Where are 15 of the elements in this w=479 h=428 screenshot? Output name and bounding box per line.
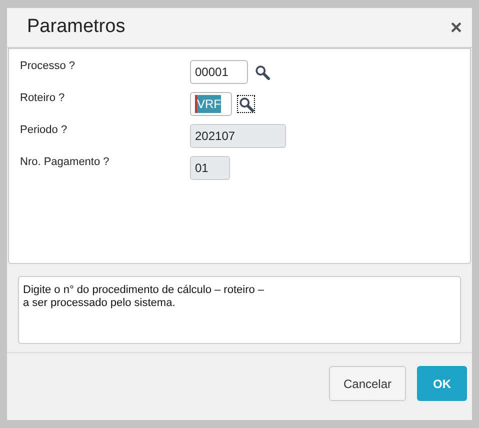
input-field[interactable]: 00001 [190,60,248,84]
window-title: Parametros [27,15,126,40]
field-label: Processo ? [19,59,76,73]
help-text: a ser processado pelo sistema. [23,297,176,310]
field-label: Roteiro ? [19,91,66,105]
help-text: Digite o n° do procedimento de cálculo – roteiro – [23,284,266,297]
input-field: 01 [190,156,230,180]
cancel-button[interactable]: Cancelar [329,366,406,401]
search-icon[interactable] [237,95,255,113]
input-field[interactable]: VRF [190,92,232,116]
field-label: Nro. Pagamento ? [19,155,110,169]
close-button[interactable]: × [450,18,462,38]
field-label: Periodo ? [19,123,68,137]
search-icon[interactable] [253,63,271,81]
input-field: 202107 [190,124,286,148]
